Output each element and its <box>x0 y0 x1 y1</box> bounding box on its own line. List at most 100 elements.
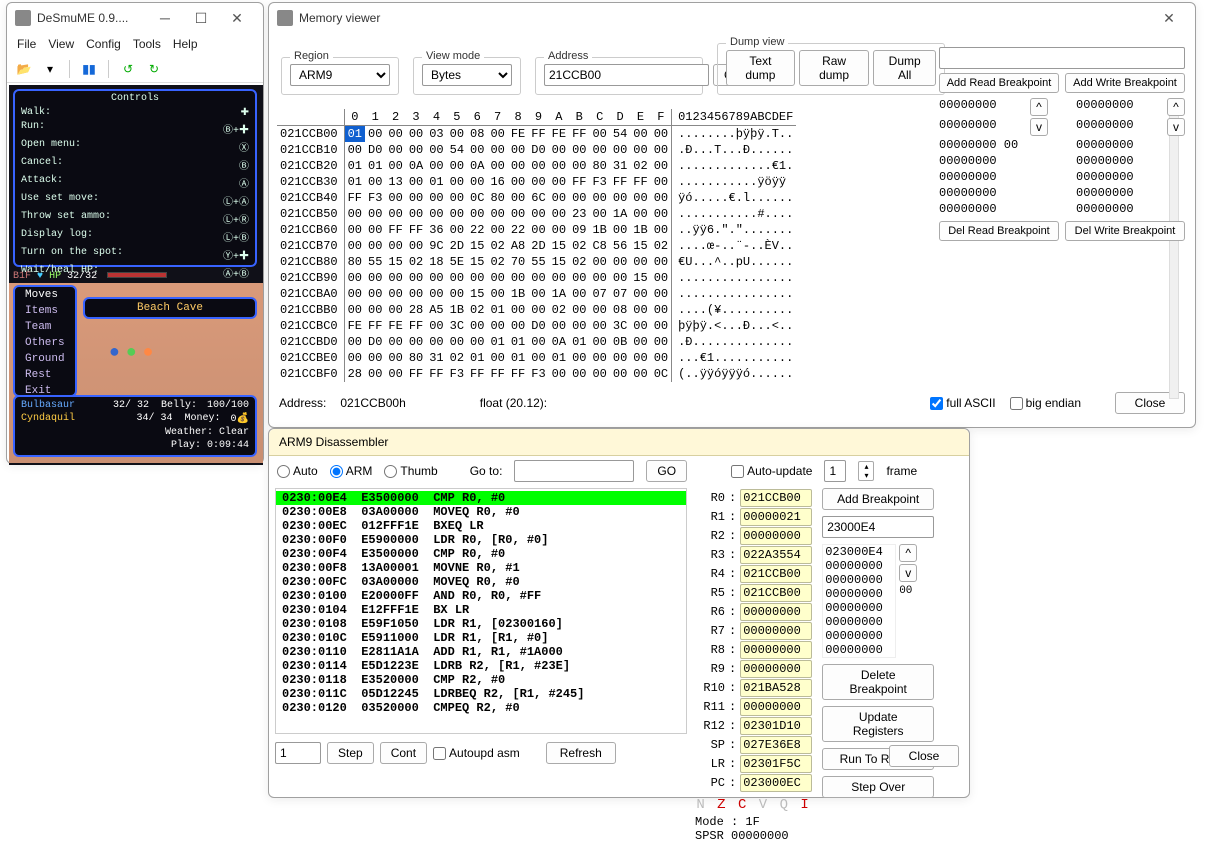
menu-view[interactable]: View <box>48 37 74 51</box>
add-breakpoint-button[interactable]: Add Breakpoint <box>822 488 934 510</box>
hex-row[interactable]: 021CCB1000D000000054000000D0000000000000… <box>277 142 796 158</box>
bp-list-up[interactable]: ^ <box>899 544 917 562</box>
hex-row[interactable]: 021CCB50000000000000000000000023001A0000… <box>277 206 796 222</box>
register-input[interactable] <box>740 717 812 735</box>
viewmode-select[interactable]: Bytes <box>422 64 512 86</box>
del-write-bp-button[interactable]: Del Write Breakpoint <box>1065 221 1185 241</box>
pause-icon[interactable]: ▮▮ <box>78 58 100 80</box>
register-input[interactable] <box>740 489 812 507</box>
raw-dump-button[interactable]: Raw dump <box>799 50 870 86</box>
hex-row[interactable]: 021CCBD000D000000000000101000A01000B0000… <box>277 334 796 350</box>
disasm-row[interactable]: 0230:00F0 E5900000 LDR R0, [R0, #0] <box>276 533 686 547</box>
bp-list-item[interactable]: 00000000 <box>823 587 895 601</box>
register-input[interactable] <box>740 603 812 621</box>
disasm-row[interactable]: 0230:010C E5911000 LDR R1, [R1, #0] <box>276 631 686 645</box>
region-select[interactable]: ARM9 <box>290 64 390 86</box>
maximize-button[interactable]: ☐ <box>183 6 219 30</box>
disasm-row[interactable]: 0230:00EC 012FFF1E BXEQ LR <box>276 519 686 533</box>
delete-breakpoint-button[interactable]: Delete Breakpoint <box>822 664 934 700</box>
refresh-button[interactable]: Refresh <box>546 742 616 764</box>
game-menu-item[interactable]: Others <box>15 335 75 351</box>
register-input[interactable] <box>740 565 812 583</box>
bp-list-item[interactable]: 00000000 <box>823 559 895 573</box>
disasm-row[interactable]: 0230:00FC 03A00000 MOVEQ R0, #0 <box>276 575 686 589</box>
text-dump-button[interactable]: Text dump <box>726 50 795 86</box>
disasm-row[interactable]: 0230:0104 E12FFF1E BX LR <box>276 603 686 617</box>
register-input[interactable] <box>740 584 812 602</box>
breakpoint-list[interactable]: 023000E400000000000000000000000000000000… <box>822 544 896 658</box>
add-read-bp-button[interactable]: Add Read Breakpoint <box>939 73 1059 93</box>
disasm-row[interactable]: 0230:00E4 E3500000 CMP R0, #0 <box>276 491 686 505</box>
register-input[interactable] <box>740 527 812 545</box>
hex-row[interactable]: 021CCBE000000080310201000100010000000000… <box>277 350 796 366</box>
register-input[interactable] <box>740 660 812 678</box>
frame-input[interactable] <box>824 460 846 482</box>
disasm-row[interactable]: 0230:0108 E59F1050 LDR R1, [02300160] <box>276 617 686 631</box>
step-count-input[interactable] <box>275 742 321 764</box>
dump-all-button[interactable]: Dump All <box>873 50 936 86</box>
autoupd-asm-checkbox[interactable]: Autoupd asm <box>433 746 520 760</box>
disassembly-listing[interactable]: 0230:00E4 E3500000 CMP R0, #00230:00E8 0… <box>275 488 687 734</box>
disasm-close-button[interactable]: Close <box>889 745 959 767</box>
step-icon[interactable]: ↻ <box>143 58 165 80</box>
hex-row[interactable]: 021CCBC0FEFFFEFF003C000000D00000003C0000… <box>277 318 796 334</box>
mode-thumb-radio[interactable]: Thumb <box>384 464 437 478</box>
step-over-button[interactable]: Step Over <box>822 776 934 798</box>
disasm-row[interactable]: 0230:00E8 03A00000 MOVEQ R0, #0 <box>276 505 686 519</box>
register-input[interactable] <box>740 622 812 640</box>
dropdown-icon[interactable]: ▾ <box>39 58 61 80</box>
full-ascii-checkbox[interactable]: full ASCII <box>930 396 995 410</box>
reset-icon[interactable]: ↺ <box>117 58 139 80</box>
hex-row[interactable]: 021CCB8080551502185E15027055150200000000… <box>277 254 796 270</box>
address-input[interactable] <box>544 64 709 86</box>
register-input[interactable] <box>740 755 812 773</box>
game-menu-item[interactable]: Team <box>15 319 75 335</box>
disasm-row[interactable]: 0230:0100 E20000FF AND R0, R0, #FF <box>276 589 686 603</box>
mode-arm-radio[interactable]: ARM <box>330 464 373 478</box>
register-input[interactable] <box>740 698 812 716</box>
game-menu-item[interactable]: Moves <box>15 287 75 303</box>
memview-close-button[interactable]: ✕ <box>1151 6 1187 30</box>
goto-button[interactable]: GO <box>646 460 687 482</box>
game-menu-item[interactable]: Rest <box>15 367 75 383</box>
frame-stepper[interactable]: ▴▾ <box>858 461 874 481</box>
disasm-row[interactable]: 0230:0120 03520000 CMPEQ R2, #0 <box>276 701 686 715</box>
menu-tools[interactable]: Tools <box>133 37 161 51</box>
hex-row[interactable]: 021CCBB000000028A51B02010000020000080000… <box>277 302 796 318</box>
menu-file[interactable]: File <box>17 37 36 51</box>
register-input[interactable] <box>740 736 812 754</box>
bp-list-item[interactable]: 00000000 <box>823 643 895 657</box>
minimize-button[interactable]: ─ <box>147 6 183 30</box>
hex-row[interactable]: 021CCB600000FFFF36002200220000091B001B00… <box>277 222 796 238</box>
register-input[interactable] <box>740 774 812 792</box>
register-input[interactable] <box>740 508 812 526</box>
hex-row[interactable]: 021CCBF0280000FFFFF3FFFFFFF300000000000C… <box>277 366 796 382</box>
open-icon[interactable]: 📂 <box>13 58 35 80</box>
hex-row[interactable]: 021CCBA000000000000015001B001A0007070000… <box>277 286 796 302</box>
game-menu-item[interactable]: Items <box>15 303 75 319</box>
hex-row[interactable]: 021CCB9000000000000000000000000000001500… <box>277 270 796 286</box>
hex-row[interactable]: 021CCB40FFF3000000000C80006C000000000000… <box>277 190 796 206</box>
add-write-bp-button[interactable]: Add Write Breakpoint <box>1065 73 1185 93</box>
hex-row[interactable]: 021CCB000100000003000800FEFFFEFF00540000… <box>277 126 796 143</box>
bp-list-item[interactable]: 00000000 <box>823 601 895 615</box>
cont-button[interactable]: Cont <box>380 742 427 764</box>
big-endian-checkbox[interactable]: big endian <box>1010 396 1081 410</box>
register-input[interactable] <box>740 679 812 697</box>
goto-input[interactable] <box>514 460 634 482</box>
bp-list-item[interactable]: 00000000 <box>823 615 895 629</box>
menu-help[interactable]: Help <box>173 37 198 51</box>
disasm-row[interactable]: 0230:0110 E2811A1A ADD R1, R1, #1A000 <box>276 645 686 659</box>
disasm-row[interactable]: 0230:011C 05D12245 LDRBEQ R2, [R1, #245] <box>276 687 686 701</box>
disasm-row[interactable]: 0230:00F8 13A00001 MOVNE R0, #1 <box>276 561 686 575</box>
mode-auto-radio[interactable]: Auto <box>277 464 318 478</box>
close-button[interactable]: ✕ <box>219 6 255 30</box>
breakpoint-address-input[interactable] <box>822 516 934 538</box>
bp-list-item[interactable]: 00000000 <box>823 573 895 587</box>
game-menu-item[interactable]: Ground <box>15 351 75 367</box>
bp-list-down[interactable]: v <box>899 564 917 582</box>
disasm-row[interactable]: 0230:0114 E5D1223E LDRB R2, [R1, #23E] <box>276 659 686 673</box>
update-registers-button[interactable]: Update Registers <box>822 706 934 742</box>
register-input[interactable] <box>740 641 812 659</box>
register-input[interactable] <box>740 546 812 564</box>
